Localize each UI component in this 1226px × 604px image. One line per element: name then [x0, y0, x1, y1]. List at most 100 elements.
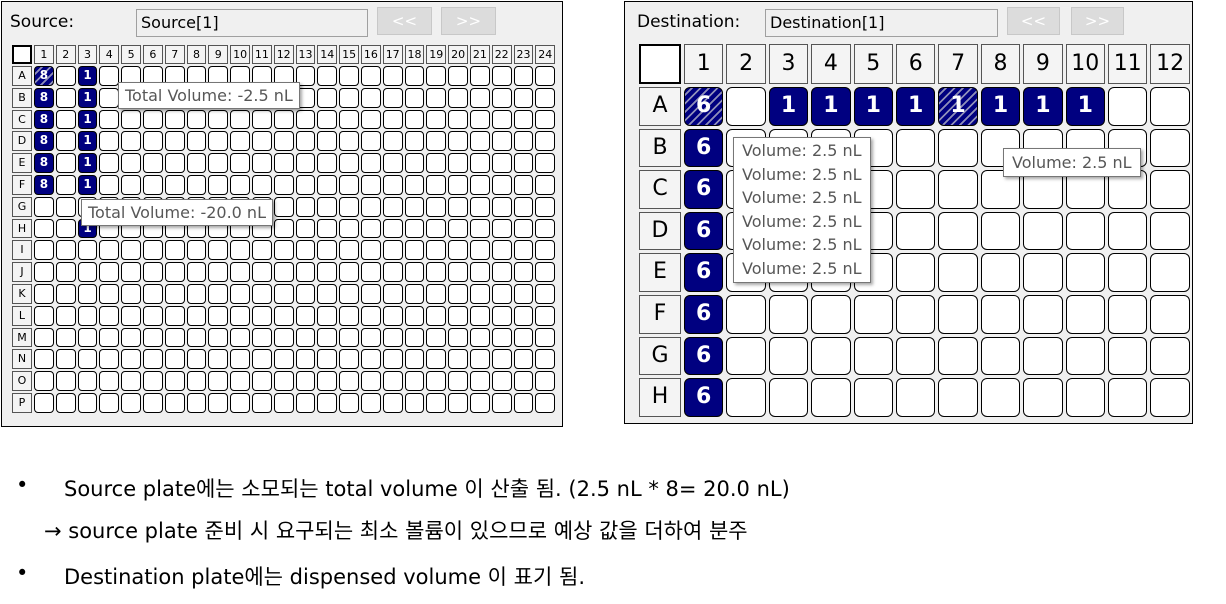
well[interactable] [252, 262, 272, 282]
well[interactable] [230, 349, 250, 370]
well[interactable] [448, 109, 468, 130]
well[interactable] [491, 87, 512, 108]
well[interactable] [470, 305, 490, 326]
source-next-button[interactable]: >> [441, 7, 496, 35]
well[interactable] [535, 66, 556, 86]
well[interactable] [55, 284, 76, 304]
well[interactable] [361, 131, 381, 152]
well[interactable] [980, 211, 1021, 251]
well[interactable] [143, 284, 163, 304]
well[interactable] [55, 66, 76, 86]
well[interactable] [273, 131, 294, 152]
destination-row-header[interactable]: G [639, 336, 681, 376]
well[interactable] [1023, 378, 1063, 417]
well[interactable] [470, 262, 490, 282]
well[interactable] [513, 87, 534, 108]
well[interactable] [1150, 211, 1190, 251]
well[interactable] [1065, 253, 1105, 292]
well[interactable] [896, 295, 936, 334]
well[interactable]: 1 [768, 87, 809, 126]
well[interactable] [853, 336, 893, 376]
well[interactable]: 6 [684, 170, 724, 209]
well[interactable] [980, 336, 1021, 376]
well[interactable] [896, 336, 936, 376]
well[interactable] [34, 284, 54, 304]
well[interactable] [295, 240, 316, 261]
well[interactable] [230, 262, 250, 282]
well[interactable] [252, 327, 272, 348]
well[interactable] [186, 240, 207, 261]
well[interactable] [55, 196, 76, 217]
well[interactable] [208, 349, 229, 370]
well[interactable] [77, 393, 98, 413]
well[interactable] [382, 153, 403, 173]
well[interactable] [404, 196, 425, 217]
well[interactable] [252, 349, 272, 370]
well[interactable] [230, 240, 250, 261]
well[interactable] [382, 87, 403, 108]
well[interactable] [339, 175, 359, 195]
well[interactable] [448, 153, 468, 173]
well[interactable] [382, 305, 403, 326]
well[interactable] [404, 284, 425, 304]
source-column-header[interactable]: 21 [470, 45, 490, 64]
well[interactable] [252, 371, 272, 391]
well[interactable] [448, 218, 468, 239]
well[interactable] [143, 131, 163, 152]
well[interactable] [361, 153, 381, 173]
well[interactable] [317, 66, 338, 86]
well[interactable]: 6 [684, 378, 724, 417]
well[interactable] [317, 109, 338, 130]
well[interactable] [1023, 211, 1063, 251]
well[interactable] [317, 196, 338, 217]
destination-column-header[interactable]: 8 [980, 44, 1021, 84]
well[interactable] [1108, 253, 1148, 292]
well[interactable] [143, 109, 163, 130]
well[interactable] [121, 305, 141, 326]
well[interactable] [470, 109, 490, 130]
source-column-header[interactable]: 23 [513, 45, 534, 64]
well[interactable] [295, 109, 316, 130]
well[interactable] [1150, 170, 1190, 209]
well[interactable] [896, 128, 936, 168]
well[interactable] [768, 295, 809, 334]
source-column-header[interactable]: 19 [426, 45, 447, 64]
source-column-header[interactable]: 17 [382, 45, 403, 64]
well[interactable] [186, 284, 207, 304]
well[interactable] [339, 349, 359, 370]
well[interactable]: 1 [896, 87, 936, 126]
well[interactable] [99, 109, 120, 130]
well[interactable]: 1 [938, 87, 978, 126]
well[interactable]: 1 [77, 109, 98, 130]
well[interactable] [121, 327, 141, 348]
source-column-header[interactable]: 3 [77, 45, 98, 64]
well[interactable] [404, 305, 425, 326]
well[interactable] [230, 109, 250, 130]
well[interactable] [34, 218, 54, 239]
well[interactable] [295, 262, 316, 282]
source-row-header[interactable]: B [12, 87, 32, 108]
well[interactable] [77, 349, 98, 370]
well[interactable] [339, 196, 359, 217]
well[interactable] [317, 87, 338, 108]
well[interactable] [426, 153, 447, 173]
well[interactable] [186, 109, 207, 130]
well[interactable] [339, 284, 359, 304]
well[interactable] [339, 131, 359, 152]
well[interactable] [513, 371, 534, 391]
source-row-header[interactable]: I [12, 240, 32, 261]
source-row-header[interactable]: G [12, 196, 32, 217]
source-row-header[interactable]: M [12, 327, 32, 348]
destination-column-header[interactable]: 4 [811, 44, 851, 84]
well[interactable] [164, 284, 185, 304]
well[interactable] [77, 262, 98, 282]
well[interactable] [99, 240, 120, 261]
well[interactable] [1108, 336, 1148, 376]
well[interactable] [208, 305, 229, 326]
well[interactable] [448, 240, 468, 261]
well[interactable] [448, 262, 468, 282]
well[interactable] [273, 349, 294, 370]
well[interactable] [426, 262, 447, 282]
well[interactable] [361, 66, 381, 86]
well[interactable]: 6 [684, 87, 724, 126]
